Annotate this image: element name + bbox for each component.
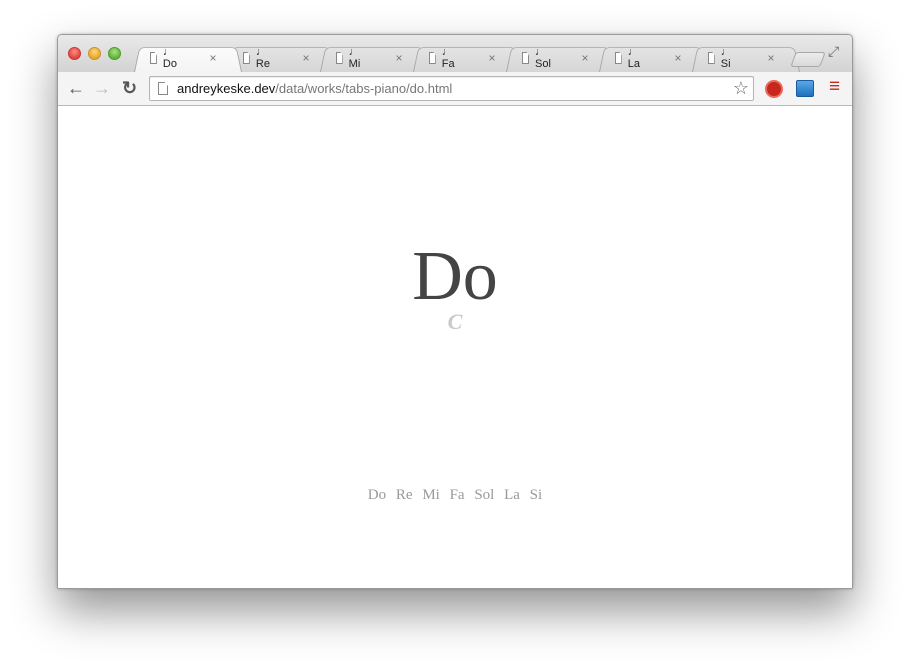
address-bar[interactable]: andreykeske.dev/data/works/tabs-piano/do…	[149, 76, 754, 101]
title-bar: ♩ Do × ♩ Re × ♩ Mi × ♩ Fa × ♩ Sol × ♩ La…	[58, 35, 852, 72]
window-zoom-button[interactable]	[108, 47, 121, 60]
window-minimize-button[interactable]	[88, 47, 101, 60]
tab-close-icon[interactable]: ×	[765, 51, 777, 65]
tab-close-icon[interactable]: ×	[672, 51, 684, 65]
reload-icon[interactable]: ↻	[122, 78, 137, 98]
nav-link-sol[interactable]: Sol	[474, 487, 494, 503]
nav-link-fa[interactable]: Fa	[450, 487, 465, 503]
image-extension-icon[interactable]	[796, 80, 814, 97]
url-host: andreykeske.dev	[177, 81, 276, 96]
stop-hand-extension-icon[interactable]	[765, 80, 783, 98]
page-icon	[708, 52, 715, 64]
tab-close-icon[interactable]: ×	[300, 51, 312, 65]
browser-window: ♩ Do × ♩ Re × ♩ Mi × ♩ Fa × ♩ Sol × ♩ La…	[57, 34, 853, 589]
page-icon	[615, 52, 622, 64]
new-tab-button[interactable]	[790, 52, 826, 67]
note-name: Do	[412, 238, 498, 315]
page-icon	[336, 52, 343, 64]
tab-sol-content: ♩ Sol	[522, 44, 554, 72]
tab-close-icon[interactable]: ×	[486, 51, 498, 65]
tab-la-content: ♩ La	[615, 44, 643, 72]
page-icon	[522, 52, 530, 64]
tab-close-icon[interactable]: ×	[393, 51, 405, 65]
page-content: Do C Do Re Mi Fa Sol La Si	[58, 107, 852, 588]
tab-close-icon[interactable]: ×	[579, 51, 591, 65]
tab-mi-content: ♩ Mi	[336, 44, 364, 72]
tab-label: ♩ Re	[255, 46, 270, 70]
browser-toolbar: ← → ↻ andreykeske.dev/data/works/tabs-pi…	[58, 72, 852, 106]
note-letter: C	[447, 309, 463, 334]
nav-link-mi[interactable]: Mi	[422, 487, 440, 503]
fullscreen-icon[interactable]: ⤢	[828, 43, 839, 60]
tab-si-content: ♩ Si	[708, 44, 735, 72]
window-close-button[interactable]	[68, 47, 81, 60]
back-arrow-icon[interactable]: ←	[67, 78, 85, 98]
tab-label: ♩ Si	[720, 46, 732, 70]
page-icon	[158, 82, 168, 95]
forward-arrow-icon[interactable]: →	[93, 78, 111, 98]
page-icon	[429, 52, 436, 64]
menu-icon[interactable]: ≡	[829, 76, 840, 98]
tab-label: ♩ Fa	[441, 46, 455, 70]
tab-label: ♩ Mi	[348, 46, 361, 70]
tab-do-content: ♩ Do	[150, 44, 180, 72]
tab-close-icon[interactable]: ×	[207, 51, 219, 65]
page-icon	[243, 52, 250, 64]
tab-label: ♩ Do	[162, 46, 177, 70]
tab-re-content: ♩ Re	[243, 44, 273, 72]
tab-fa-content: ♩ Fa	[429, 44, 458, 72]
nav-link-do[interactable]: Do	[368, 487, 386, 503]
note-navigation: Do Re Mi Fa Sol La Si	[58, 487, 852, 504]
url-path: /data/works/tabs-piano/do.html	[275, 81, 453, 96]
page-icon	[150, 52, 157, 64]
nav-link-si[interactable]: Si	[530, 487, 543, 503]
nav-link-re[interactable]: Re	[396, 487, 413, 503]
bookmark-star-icon[interactable]: ☆	[733, 78, 749, 99]
nav-link-la[interactable]: La	[504, 487, 520, 503]
tab-label: ♩ La	[627, 46, 640, 70]
url-text[interactable]: andreykeske.dev/data/works/tabs-piano/do…	[177, 81, 452, 96]
tab-label: ♩ Sol	[535, 46, 551, 70]
